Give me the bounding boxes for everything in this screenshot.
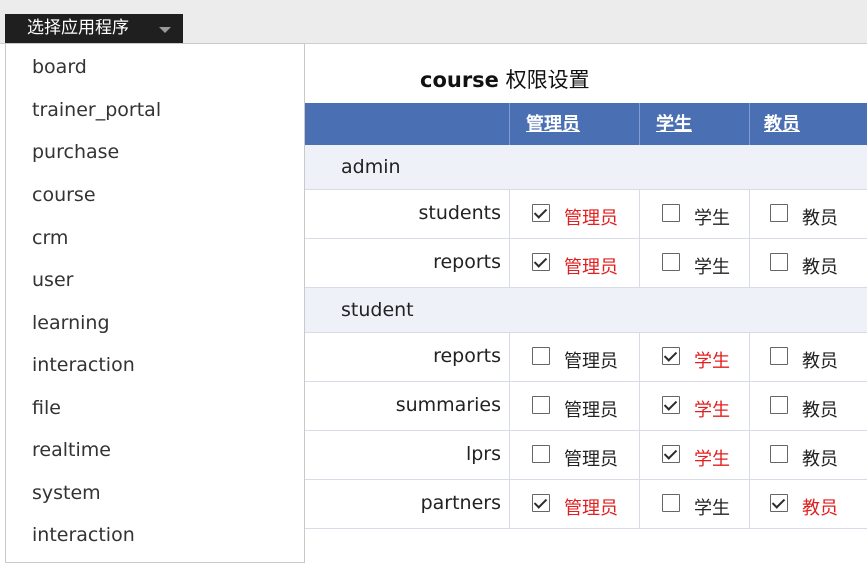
permission-checkbox[interactable] bbox=[770, 396, 788, 414]
permission-row: lprs 管理员 学生 教员 bbox=[305, 431, 867, 480]
permission-row: students 管理员 学生 教员 bbox=[305, 190, 867, 239]
permission-row: summaries 管理员 学生 教员 bbox=[305, 382, 867, 431]
permission-cell: 学生 bbox=[639, 480, 749, 528]
app-menu-item[interactable]: crm bbox=[32, 227, 68, 249]
permission-row: reports 管理员 学生 教员 bbox=[305, 239, 867, 288]
group-label: admin bbox=[341, 156, 401, 178]
permission-checkbox[interactable] bbox=[532, 445, 550, 463]
permission-checkbox[interactable] bbox=[770, 445, 788, 463]
permission-role-label: 学生 bbox=[694, 449, 730, 470]
permission-role-label: 学生 bbox=[694, 208, 730, 229]
permission-cell: 管理员 bbox=[509, 190, 639, 238]
permission-checkbox[interactable] bbox=[532, 204, 550, 222]
resource-label: reports bbox=[433, 251, 501, 273]
permission-role-label: 学生 bbox=[694, 257, 730, 278]
page-title-suffix: 权限设置 bbox=[498, 68, 590, 92]
permission-cell: 学生 bbox=[639, 190, 749, 238]
permission-cell: 教员 bbox=[749, 480, 867, 528]
permission-cell: 管理员 bbox=[509, 431, 639, 479]
app-menu-item[interactable]: file bbox=[32, 397, 61, 419]
app-menu-item[interactable]: trainer_portal bbox=[32, 99, 161, 121]
permission-checkbox[interactable] bbox=[770, 253, 788, 271]
resource-label: reports bbox=[433, 345, 501, 367]
permission-checkbox[interactable] bbox=[770, 494, 788, 512]
permission-checkbox[interactable] bbox=[770, 347, 788, 365]
group-label: student bbox=[341, 299, 414, 321]
app-menu-item[interactable]: realtime bbox=[32, 439, 111, 461]
permission-checkbox[interactable] bbox=[662, 396, 680, 414]
permission-role-label: 教员 bbox=[802, 257, 838, 278]
column-header-student[interactable]: 学生 bbox=[639, 103, 749, 145]
app-menu-item[interactable]: user bbox=[32, 269, 73, 291]
resource-label: partners bbox=[420, 492, 501, 514]
permission-role-label: 学生 bbox=[694, 351, 730, 372]
app-menu-item[interactable]: board bbox=[32, 56, 87, 78]
permission-role-label: 教员 bbox=[802, 351, 838, 372]
permission-role-label: 学生 bbox=[694, 498, 730, 519]
permission-row: partners 管理员 学生 教员 bbox=[305, 480, 867, 529]
permission-checkbox[interactable] bbox=[532, 396, 550, 414]
permission-checkbox[interactable] bbox=[662, 253, 680, 271]
permission-role-label: 教员 bbox=[802, 498, 838, 519]
permission-role-label: 教员 bbox=[802, 208, 838, 229]
app-selector-label: 选择应用程序 bbox=[27, 18, 129, 38]
permission-cell: 管理员 bbox=[509, 480, 639, 528]
permission-checkbox[interactable] bbox=[532, 253, 550, 271]
permission-table-header: 管理员 学生 教员 bbox=[305, 103, 867, 145]
permission-cell: 教员 bbox=[749, 431, 867, 479]
permission-cell: 教员 bbox=[749, 333, 867, 381]
permission-checkbox[interactable] bbox=[662, 204, 680, 222]
permission-checkbox[interactable] bbox=[662, 445, 680, 463]
permission-role-label: 管理员 bbox=[564, 257, 618, 278]
permission-role-label: 管理员 bbox=[564, 498, 618, 519]
permission-cell: 教员 bbox=[749, 239, 867, 287]
permission-checkbox[interactable] bbox=[770, 204, 788, 222]
app-menu-item[interactable]: course bbox=[32, 184, 96, 206]
permission-cell: 学生 bbox=[639, 382, 749, 430]
permission-group-row: student bbox=[305, 288, 867, 333]
resource-label: students bbox=[418, 202, 501, 224]
column-header-teacher[interactable]: 教员 bbox=[749, 103, 867, 145]
permission-role-label: 教员 bbox=[802, 449, 838, 470]
permission-cell: 管理员 bbox=[509, 333, 639, 381]
permission-role-label: 教员 bbox=[802, 400, 838, 421]
permission-cell: 教员 bbox=[749, 382, 867, 430]
permission-cell: 管理员 bbox=[509, 239, 639, 287]
permission-cell: 教员 bbox=[749, 190, 867, 238]
chevron-down-icon bbox=[159, 27, 171, 33]
permission-group-row: admin bbox=[305, 145, 867, 190]
permission-cell: 管理员 bbox=[509, 382, 639, 430]
permission-cell: 学生 bbox=[639, 431, 749, 479]
permission-cell: 学生 bbox=[639, 333, 749, 381]
permission-checkbox[interactable] bbox=[662, 494, 680, 512]
permission-role-label: 管理员 bbox=[564, 351, 618, 372]
app-menu-item[interactable]: system bbox=[32, 482, 101, 504]
permission-role-label: 管理员 bbox=[564, 400, 618, 421]
page-title-app: course bbox=[420, 68, 499, 92]
permission-role-label: 学生 bbox=[694, 400, 730, 421]
app-menu-item[interactable]: purchase bbox=[32, 141, 119, 163]
resource-label: lprs bbox=[465, 443, 501, 465]
permission-checkbox[interactable] bbox=[662, 347, 680, 365]
top-bar: 选择应用程序 bbox=[0, 0, 867, 44]
app-menu-item[interactable]: learning bbox=[32, 312, 110, 334]
app-menu-item[interactable]: interaction bbox=[32, 354, 135, 376]
permission-checkbox[interactable] bbox=[532, 494, 550, 512]
permission-checkbox[interactable] bbox=[532, 347, 550, 365]
app-selector-dropdown[interactable]: 选择应用程序 bbox=[5, 14, 183, 43]
resource-label: summaries bbox=[395, 394, 501, 416]
app-menu-item[interactable]: interaction bbox=[32, 524, 135, 546]
permission-row: reports 管理员 学生 教员 bbox=[305, 333, 867, 382]
permission-cell: 学生 bbox=[639, 239, 749, 287]
app-dropdown-menu: board trainer_portal purchase course crm user… bbox=[5, 43, 305, 563]
permission-role-label: 管理员 bbox=[564, 449, 618, 470]
page-title: course 权限设置 bbox=[420, 64, 590, 94]
column-header-admin[interactable]: 管理员 bbox=[509, 103, 639, 145]
permission-role-label: 管理员 bbox=[564, 208, 618, 229]
